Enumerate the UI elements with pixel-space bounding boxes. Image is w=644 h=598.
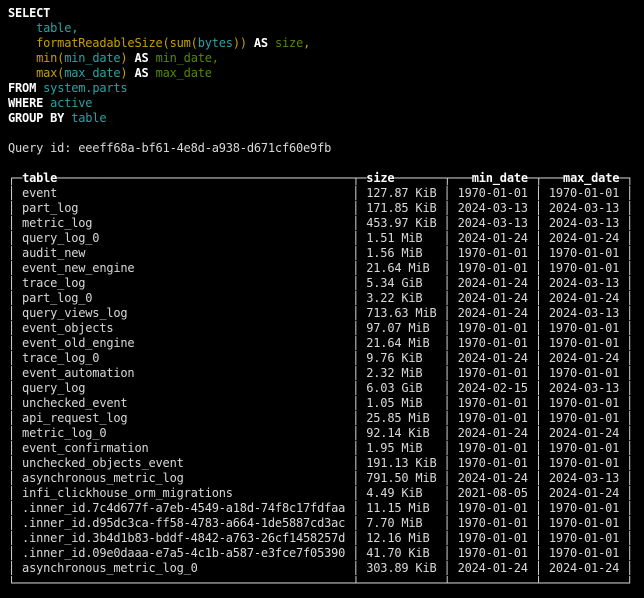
result-row: │ .inner_id.09e0daaa-e7a5-4c1b-a587-e3fc… xyxy=(8,546,640,561)
result-row: │ event_old_engine │ 21.64 MiB │ 1970-01… xyxy=(8,336,640,351)
sql-line: max(max_date) AS max_date xyxy=(8,66,640,81)
result-row: │ unchecked_event │ 1.05 MiB │ 1970-01-0… xyxy=(8,396,640,411)
result-row: │ .inner_id.d95dc3ca-ff58-4783-a664-1de5… xyxy=(8,516,640,531)
result-table-header: ┌─table─────────────────────────────────… xyxy=(8,171,640,186)
blank-line xyxy=(8,126,640,141)
query-id-text: Query id: eeeff68a-bf61-4e8d-a938-d671cf… xyxy=(8,141,331,155)
result-table-bottom-border: └───────────────────────────────────────… xyxy=(8,576,640,591)
sql-line: formatReadableSize(sum(bytes)) AS size, xyxy=(8,36,640,51)
result-row: │ trace_log │ 5.34 GiB │ 2024-01-24 │ 20… xyxy=(8,276,640,291)
result-row: │ query_log │ 6.03 GiB │ 2024-02-15 │ 20… xyxy=(8,381,640,396)
result-row: │ .inner_id.7c4d677f-a7eb-4549-a18d-74f8… xyxy=(8,501,640,516)
result-row: │ query_views_log │ 713.63 MiB │ 2024-01… xyxy=(8,306,640,321)
result-row: │ event_confirmation │ 1.95 MiB │ 1970-0… xyxy=(8,441,640,456)
result-row: │ event_new_engine │ 21.64 MiB │ 1970-01… xyxy=(8,261,640,276)
result-row: │ audit_new │ 1.56 MiB │ 1970-01-01 │ 19… xyxy=(8,246,640,261)
query-id-line: Query id: eeeff68a-bf61-4e8d-a938-d671cf… xyxy=(8,141,640,156)
result-row: │ query_log_0 │ 1.51 MiB │ 2024-01-24 │ … xyxy=(8,231,640,246)
sql-line: GROUP BY table xyxy=(8,111,640,126)
result-row: │ .inner_id.3b4d1b83-bddf-4842-a763-26cf… xyxy=(8,531,640,546)
sql-line: min(min_date) AS min_date, xyxy=(8,51,640,66)
sql-line: table, xyxy=(8,21,640,36)
sql-line: SELECT xyxy=(8,6,640,21)
result-row: │ part_log │ 171.85 KiB │ 2024-03-13 │ 2… xyxy=(8,201,640,216)
result-row: │ event_objects │ 97.07 MiB │ 1970-01-01… xyxy=(8,321,640,336)
result-row: │ event_automation │ 2.32 MiB │ 1970-01-… xyxy=(8,366,640,381)
result-row: │ asynchronous_metric_log │ 791.50 MiB │… xyxy=(8,471,640,486)
terminal-window: SELECT table, formatReadableSize(sum(byt… xyxy=(0,0,644,598)
result-row: │ part_log_0 │ 3.22 KiB │ 2024-01-24 │ 2… xyxy=(8,291,640,306)
result-row: │ metric_log_0 │ 92.14 KiB │ 2024-01-24 … xyxy=(8,426,640,441)
sql-query-block: SELECT table, formatReadableSize(sum(byt… xyxy=(8,6,640,126)
result-table: ┌─table─────────────────────────────────… xyxy=(8,171,640,591)
result-row: │ api_request_log │ 25.85 MiB │ 1970-01-… xyxy=(8,411,640,426)
result-row: │ metric_log │ 453.97 KiB │ 2024-03-13 │… xyxy=(8,216,640,231)
result-row: │ infi_clickhouse_orm_migrations │ 4.49 … xyxy=(8,486,640,501)
result-row: │ asynchronous_metric_log_0 │ 303.89 KiB… xyxy=(8,561,640,576)
result-row: │ event │ 127.87 KiB │ 1970-01-01 │ 1970… xyxy=(8,186,640,201)
blank-line xyxy=(8,156,640,171)
result-row: │ unchecked_objects_event │ 191.13 KiB │… xyxy=(8,456,640,471)
sql-line: FROM system.parts xyxy=(8,81,640,96)
sql-line: WHERE active xyxy=(8,96,640,111)
result-row: │ trace_log_0 │ 9.76 KiB │ 2024-01-24 │ … xyxy=(8,351,640,366)
